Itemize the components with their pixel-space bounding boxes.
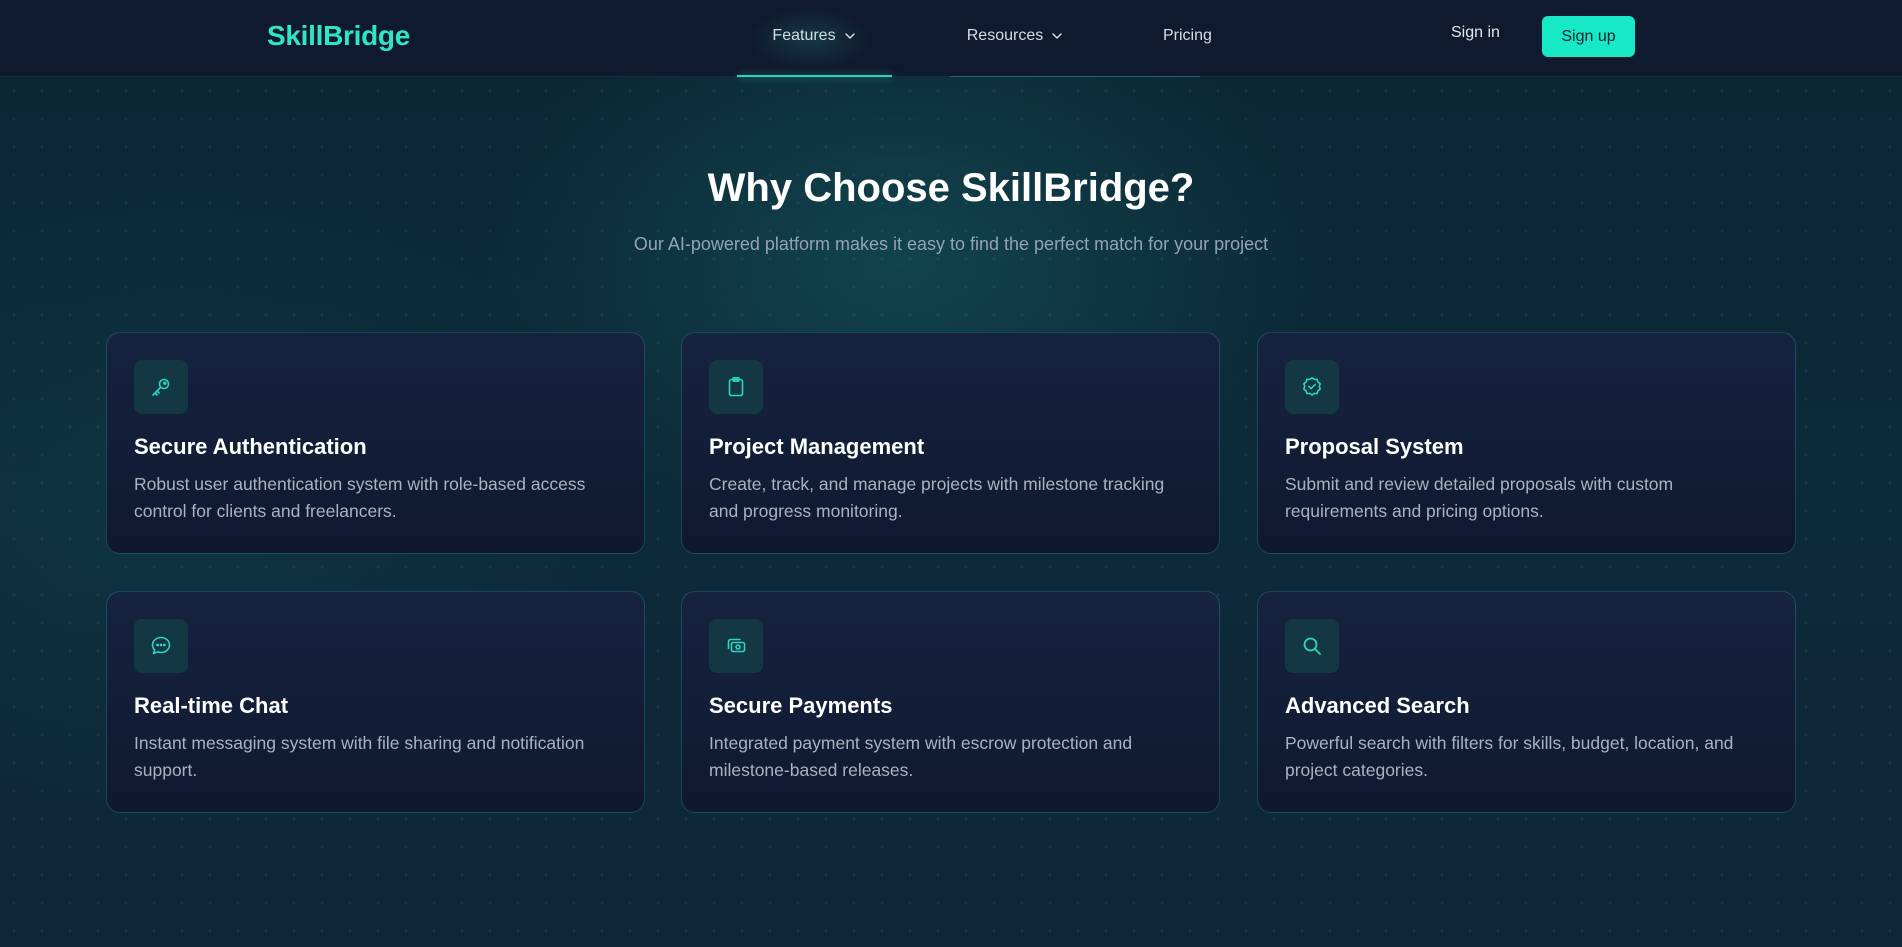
- feature-card-proposal-system: Proposal System Submit and review detail…: [1257, 332, 1796, 554]
- icon-container: [1285, 360, 1339, 414]
- sign-up-button[interactable]: Sign up: [1542, 16, 1635, 57]
- nav-item-label: Pricing: [1163, 27, 1212, 44]
- nav-item-label: Features: [772, 27, 836, 44]
- nav-item-label: Resources: [966, 27, 1044, 44]
- top-navigation: SkillBridge Features Resources Pricing S…: [0, 0, 1902, 77]
- feature-card-real-time-chat: Real-time Chat Instant messaging system …: [106, 591, 645, 813]
- badge-check-icon: [1303, 377, 1321, 396]
- icon-container: [134, 619, 188, 673]
- feature-title: Secure Authentication: [134, 434, 367, 459]
- icon-container: [709, 360, 763, 414]
- feature-title: Advanced Search: [1285, 693, 1470, 718]
- icon-container: [134, 360, 188, 414]
- feature-title: Real-time Chat: [134, 693, 289, 718]
- search-icon: [1303, 637, 1321, 655]
- section-subtitle: Our AI-powered platform makes it easy to…: [633, 234, 1269, 254]
- cash-icon: [727, 638, 746, 653]
- chat-bubble-icon: [151, 636, 171, 655]
- key-icon: [152, 378, 170, 396]
- clipboard-icon: [728, 376, 744, 397]
- feature-description: Instant messaging system with file shari…: [134, 733, 585, 780]
- feature-title: Project Management: [709, 434, 925, 459]
- feature-card-project-management: Project Management Create, track, and ma…: [681, 332, 1220, 554]
- nav-item-pricing[interactable]: Pricing: [1150, 0, 1225, 72]
- icon-container: [709, 619, 763, 673]
- feature-title: Proposal System: [1285, 434, 1464, 459]
- feature-description: Create, track, and manage projects with …: [709, 474, 1165, 521]
- feature-description: Robust user authentication system with r…: [134, 474, 586, 521]
- logo[interactable]: SkillBridge: [267, 20, 410, 52]
- feature-title: Secure Payments: [709, 693, 893, 718]
- feature-card-advanced-search: Advanced Search Powerful search with fil…: [1257, 591, 1796, 813]
- sign-in-link[interactable]: Sign in: [1451, 24, 1500, 42]
- feature-card-secure-payments: Secure Payments Integrated payment syste…: [681, 591, 1220, 813]
- nav-links: Features Resources Pricing: [730, 0, 1225, 77]
- icon-container: [1285, 619, 1339, 673]
- feature-card-secure-authentication: Secure Authentication Robust user authen…: [106, 332, 645, 554]
- feature-description: Submit and review detailed proposals wit…: [1285, 474, 1674, 521]
- feature-description: Powerful search with filters for skills,…: [1285, 733, 1734, 780]
- chevron-down-icon: [844, 33, 855, 39]
- feature-description: Integrated payment system with escrow pr…: [709, 733, 1133, 780]
- nav-item-features[interactable]: Features: [730, 0, 898, 77]
- chevron-down-icon: [1052, 33, 1062, 39]
- section-title: Why Choose SkillBridge?: [707, 166, 1195, 210]
- nav-item-resources[interactable]: Resources: [920, 0, 1200, 77]
